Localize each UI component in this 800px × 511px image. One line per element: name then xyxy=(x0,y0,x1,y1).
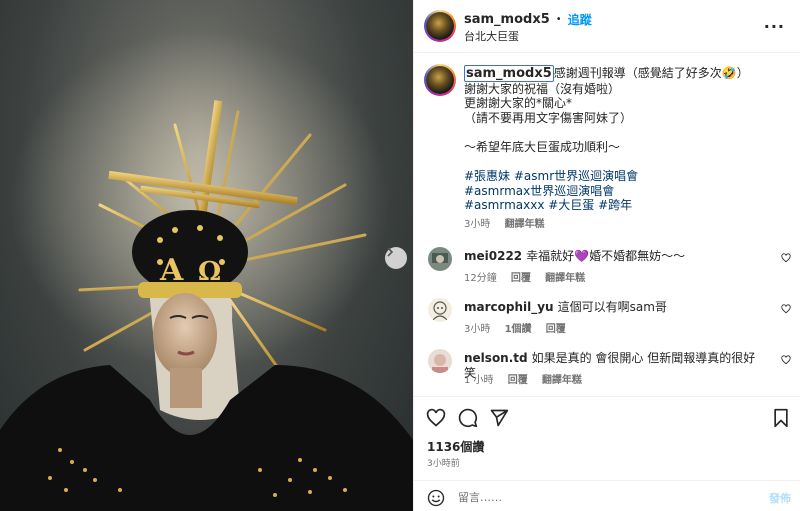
share-icon[interactable] xyxy=(489,408,509,428)
see-translation-button[interactable]: 翻譯年糕 xyxy=(542,375,582,386)
see-translation-button[interactable]: 翻譯年糕 xyxy=(545,273,585,284)
commenter-avatar[interactable] xyxy=(428,349,452,373)
next-image-button[interactable] xyxy=(385,247,407,269)
post-photo-art: A Ω xyxy=(0,30,413,511)
separator-dot: • xyxy=(555,14,562,25)
post-image: A Ω xyxy=(0,0,413,511)
more-horizontal-icon[interactable]: ··· xyxy=(764,17,785,36)
hashtag-line[interactable]: #asmrmax世界巡迴演唱會 xyxy=(464,184,784,199)
comment-text: 這個可以有啊sam哥 xyxy=(557,300,667,314)
reply-button[interactable]: 回覆 xyxy=(511,273,531,284)
posted-time: 3小時前 xyxy=(427,459,460,469)
commenter-username[interactable]: mei0222 xyxy=(464,249,522,263)
commenter-username[interactable]: marcophil_yu xyxy=(464,300,554,314)
caption-line: 更謝謝大家的*關心* xyxy=(464,96,573,111)
likes-count[interactable]: 1136個讚 xyxy=(427,438,484,455)
comment-meta: 12分鐘 回覆 翻譯年糕 xyxy=(464,269,596,284)
commenter-username[interactable]: nelson.td xyxy=(464,351,528,365)
caption: sam_modx5 感謝週刊報導（感覺結了好多次🤣） 謝謝大家的祝福（沒有婚啦） … xyxy=(464,65,784,233)
comment-input[interactable] xyxy=(458,488,748,506)
caption-line: 謝謝大家的祝福（沒有婚啦） xyxy=(464,81,621,96)
post-actions xyxy=(414,396,800,434)
comments-list[interactable]: sam_modx5 感謝週刊報導（感覺結了好多次🤣） 謝謝大家的祝福（沒有婚啦） … xyxy=(414,54,800,396)
comment-time: 12分鐘 xyxy=(464,273,497,284)
chevron-right-icon xyxy=(387,247,394,257)
comment-text: 幸福就好💜婚不婚都無妨～～ xyxy=(526,249,686,263)
reply-button[interactable]: 回覆 xyxy=(546,324,566,335)
comment-likes[interactable]: 1個讚 xyxy=(505,324,532,335)
comment-composer: 發佈 xyxy=(414,480,800,511)
caption-time: 3小時 xyxy=(464,218,491,230)
post-comment-button[interactable]: 發佈 xyxy=(769,490,791,506)
comment-time: 3小時 xyxy=(464,324,491,335)
avatar[interactable] xyxy=(424,10,456,42)
bookmark-icon[interactable] xyxy=(771,408,791,428)
commenter-avatar[interactable] xyxy=(428,247,452,271)
comment-meta: 3小時 1個讚 回覆 xyxy=(464,320,577,335)
reply-button[interactable]: 回覆 xyxy=(508,375,528,386)
caption-username[interactable]: sam_modx5 xyxy=(464,65,554,82)
post-header: sam_modx5 • 追蹤 台北大巨蛋 ··· xyxy=(414,0,800,53)
hashtag-line[interactable]: #張惠妹 #asmr世界巡迴演唱會 xyxy=(464,169,784,184)
emoji-icon[interactable] xyxy=(427,489,445,507)
heart-icon[interactable] xyxy=(426,408,446,428)
like-comment-heart-icon[interactable] xyxy=(781,304,791,314)
caption-line: 感謝週刊報導（感覺結了好多次🤣） xyxy=(553,66,749,80)
like-comment-heart-icon[interactable] xyxy=(781,253,791,263)
hashtag-line[interactable]: #asmrmaxxx #大巨蛋 #跨年 xyxy=(464,198,784,213)
comment-meta: 1 小時 回覆 翻譯年糕 xyxy=(464,371,593,386)
like-comment-heart-icon[interactable] xyxy=(781,355,791,365)
location-link[interactable]: 台北大巨蛋 xyxy=(464,28,519,44)
caption-meta: 3小時 翻譯年糕 xyxy=(464,218,784,233)
post-details-panel: sam_modx5 • 追蹤 台北大巨蛋 ··· sam_modx5 感謝週刊報導… xyxy=(413,0,800,511)
caption-line xyxy=(464,125,784,140)
caption-avatar[interactable] xyxy=(424,64,456,96)
commenter-avatar[interactable] xyxy=(428,298,452,322)
comment-time: 1 小時 xyxy=(464,375,494,386)
caption-line: （請不要再用文字傷害阿妹了） xyxy=(464,110,633,125)
caption-line: ～希望年底大巨蛋成功順利～ xyxy=(464,139,621,154)
follow-button[interactable]: 追蹤 xyxy=(568,11,592,28)
caption-line xyxy=(464,155,784,170)
comment-icon[interactable] xyxy=(458,408,478,428)
author-username[interactable]: sam_modx5 xyxy=(464,12,550,27)
see-translation-button[interactable]: 翻譯年糕 xyxy=(505,219,545,230)
